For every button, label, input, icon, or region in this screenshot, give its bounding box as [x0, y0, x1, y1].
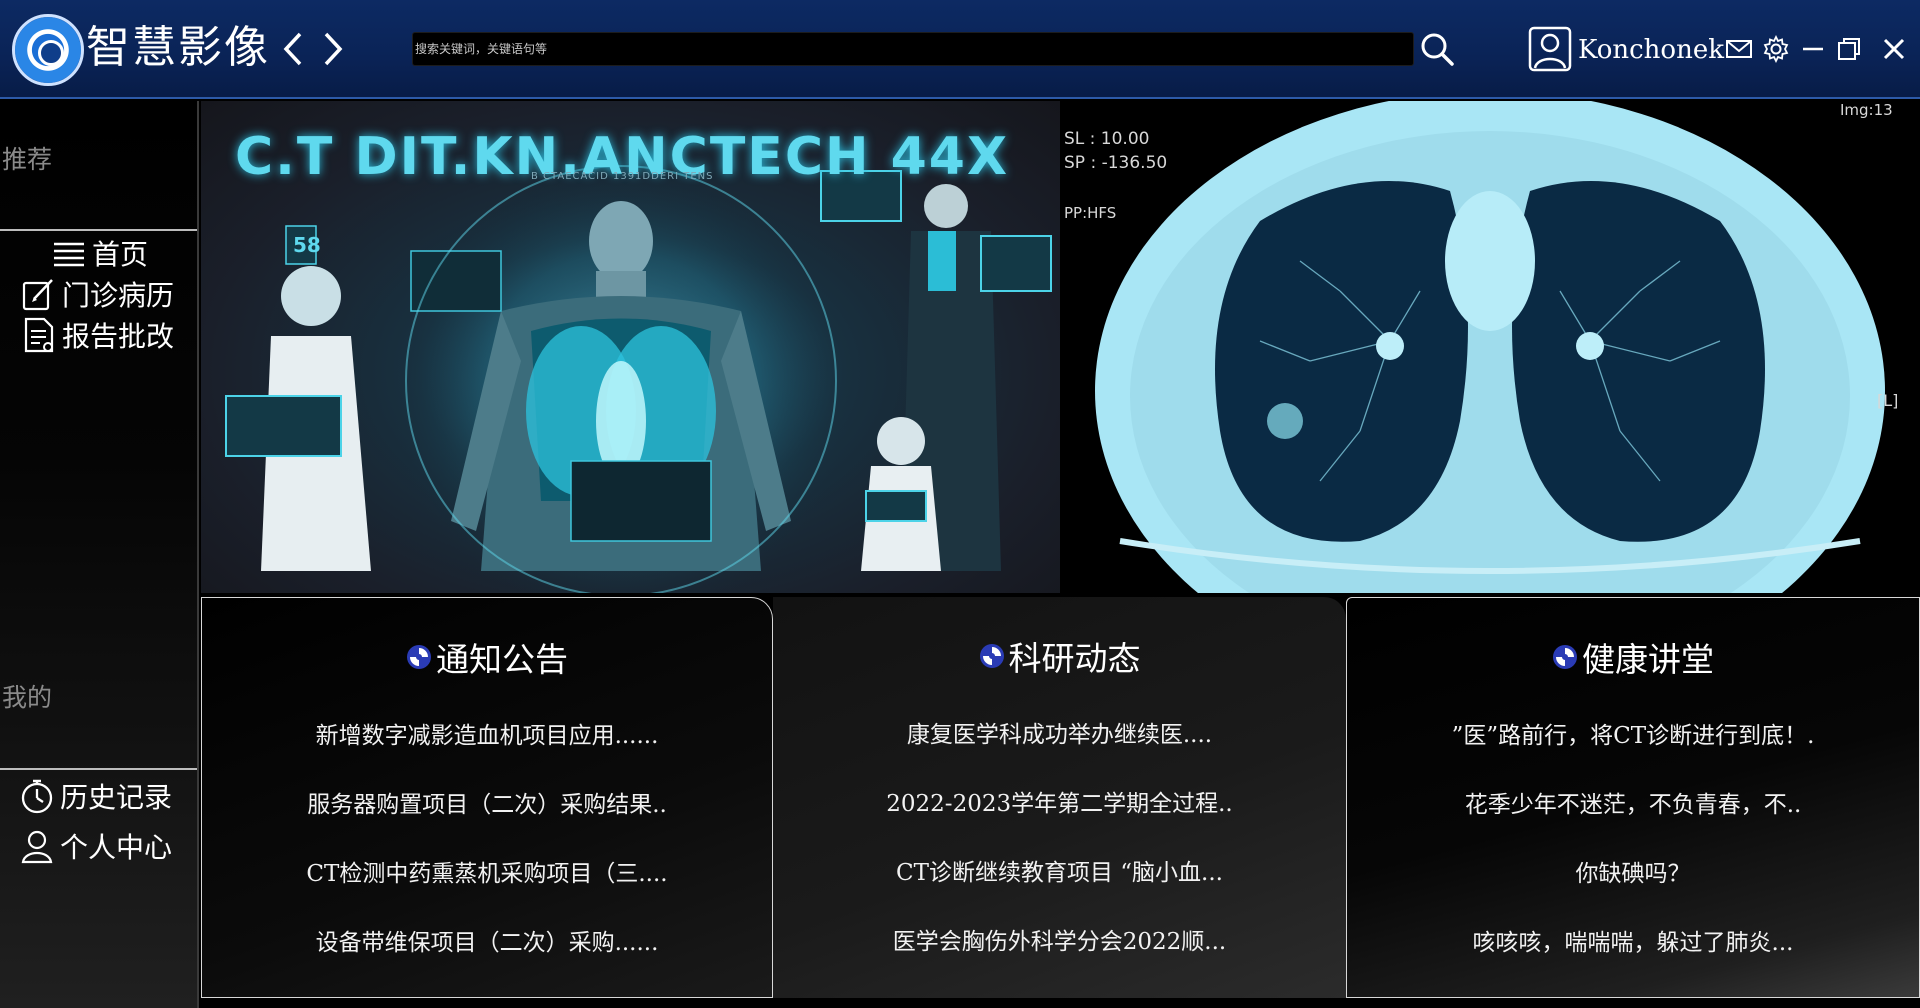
user-icon — [21, 830, 53, 864]
list-item[interactable]: 咳咳咳，喘喘喘，躲过了肺炎... — [1347, 905, 1919, 974]
ct-scan-image: SL : 10.00 SP : -136.50 PP:HFS Img:13 [L… — [1060, 101, 1920, 593]
banner-subtitle: B CTAECACID 1391DDERI TENS — [531, 171, 714, 182]
mail-icon[interactable] — [1724, 34, 1754, 64]
search-icon[interactable] — [1418, 30, 1456, 68]
sidebar-item-label: 历史记录 — [60, 781, 173, 814]
stopwatch-icon — [21, 779, 53, 814]
list-item[interactable]: 医学会胸伤外科学分会2022顺... — [773, 904, 1346, 973]
gear-icon[interactable] — [1761, 34, 1791, 64]
section-title-recommend: 推荐 — [2, 145, 53, 174]
sidebar-item-history[interactable]: 历史记录 — [18, 776, 172, 816]
list-icon — [54, 242, 84, 267]
app-title: 智慧影像 — [86, 22, 270, 73]
sidebar-item-report-review[interactable]: 报告批改 — [20, 315, 174, 355]
list-item[interactable]: 设备带维保项目（二次）采购...... — [202, 905, 772, 974]
list-item[interactable]: 新增数字减影造血机项目应用...... — [202, 698, 772, 767]
user-avatar-icon[interactable] — [1528, 26, 1572, 72]
ct-overlay-pp: PP:HFS — [1064, 204, 1117, 222]
list-item[interactable]: 花季少年不迷茫，不负青春，不.. — [1347, 767, 1919, 836]
sidebar-item-home[interactable]: 首页 — [50, 233, 148, 273]
sidebar-item-label: 门诊病历 — [62, 279, 175, 312]
list-item[interactable]: 服务器购置项目（二次）采购结果.. — [202, 767, 772, 836]
list-item[interactable]: 2022-2023学年第二学期全过程.. — [773, 766, 1346, 835]
search-box[interactable] — [412, 32, 1414, 66]
card-title: 科研动态 — [1008, 639, 1141, 678]
sidebar-item-label: 个人中心 — [60, 831, 173, 864]
card-title: 健康讲堂 — [1582, 640, 1714, 679]
card-header: 通知公告 — [202, 633, 772, 681]
sidebar-item-label: 首页 — [92, 238, 149, 271]
sidebar-item-label: 报告批改 — [62, 320, 175, 353]
report-icon — [24, 317, 54, 353]
card-title: 通知公告 — [436, 640, 568, 679]
card-health-lectures: 健康讲堂 ”医”路前行，将CT诊断进行到底！. 花季少年不迷茫，不负青春，不..… — [1346, 597, 1920, 998]
minimize-icon[interactable] — [1798, 34, 1828, 64]
card-list: 康复医学科成功举办继续医.... 2022-2023学年第二学期全过程.. CT… — [773, 697, 1346, 973]
close-icon[interactable] — [1879, 34, 1909, 64]
spinner-logo-icon — [407, 645, 431, 669]
card-list: 新增数字减影造血机项目应用...... 服务器购置项目（二次）采购结果.. CT… — [202, 698, 772, 974]
username[interactable]: Konchonek — [1578, 32, 1724, 68]
list-item[interactable]: CT检测中药熏蒸机采购项目（三.... — [202, 836, 772, 905]
card-header: 科研动态 — [773, 632, 1346, 680]
sidebar: 推荐 首页 门诊病历 报告批改 我的 历史记录 个人中心 — [0, 101, 199, 1008]
title-bar: 智慧影像 Konchonek — [0, 0, 1920, 99]
list-item[interactable]: 你缺碘吗？ — [1347, 836, 1919, 905]
spinner-logo-icon — [1553, 645, 1577, 669]
card-header: 健康讲堂 — [1347, 633, 1919, 681]
sidebar-item-profile[interactable]: 个人中心 — [18, 826, 172, 866]
forward-arrow-icon[interactable] — [316, 24, 350, 74]
ct-scan-graphic — [1095, 101, 1885, 593]
ct-overlay-sp: SP : -136.50 — [1064, 153, 1168, 173]
card-list: ”医”路前行，将CT诊断进行到底！. 花季少年不迷茫，不负青春，不.. 你缺碘吗… — [1347, 698, 1919, 974]
sidebar-item-outpatient-records[interactable]: 门诊病历 — [20, 274, 174, 314]
restore-icon[interactable] — [1834, 34, 1864, 64]
list-item[interactable]: CT诊断继续教育项目 “脑小血... — [773, 835, 1346, 904]
spinner-logo-icon — [979, 644, 1004, 668]
edit-icon — [22, 279, 53, 311]
ct-overlay-img: Img:13 — [1840, 101, 1893, 119]
list-item[interactable]: 康复医学科成功举办继续医.... — [773, 697, 1346, 766]
section-divider — [0, 768, 197, 770]
ct-overlay-sl: SL : 10.00 — [1064, 129, 1150, 149]
section-divider — [0, 229, 197, 231]
list-item[interactable]: ”医”路前行，将CT诊断进行到底！. — [1347, 698, 1919, 767]
banner-badge: 58 — [293, 233, 321, 257]
ct-overlay-side: [L] — [1877, 391, 1899, 410]
card-research-news: 科研动态 康复医学科成功举办继续医.... 2022-2023学年第二学期全过程… — [773, 597, 1346, 998]
banner-illustration: C.T DIT.KN.ANCTECH 44X B CTAECACID 1391D… — [201, 101, 1060, 593]
app-logo-icon — [12, 14, 84, 86]
card-notices: 通知公告 新增数字减影造血机项目应用...... 服务器购置项目（二次）采购结果… — [201, 597, 773, 998]
back-arrow-icon[interactable] — [276, 24, 310, 74]
section-title-mine: 我的 — [2, 683, 53, 712]
search-input[interactable] — [413, 33, 1413, 65]
